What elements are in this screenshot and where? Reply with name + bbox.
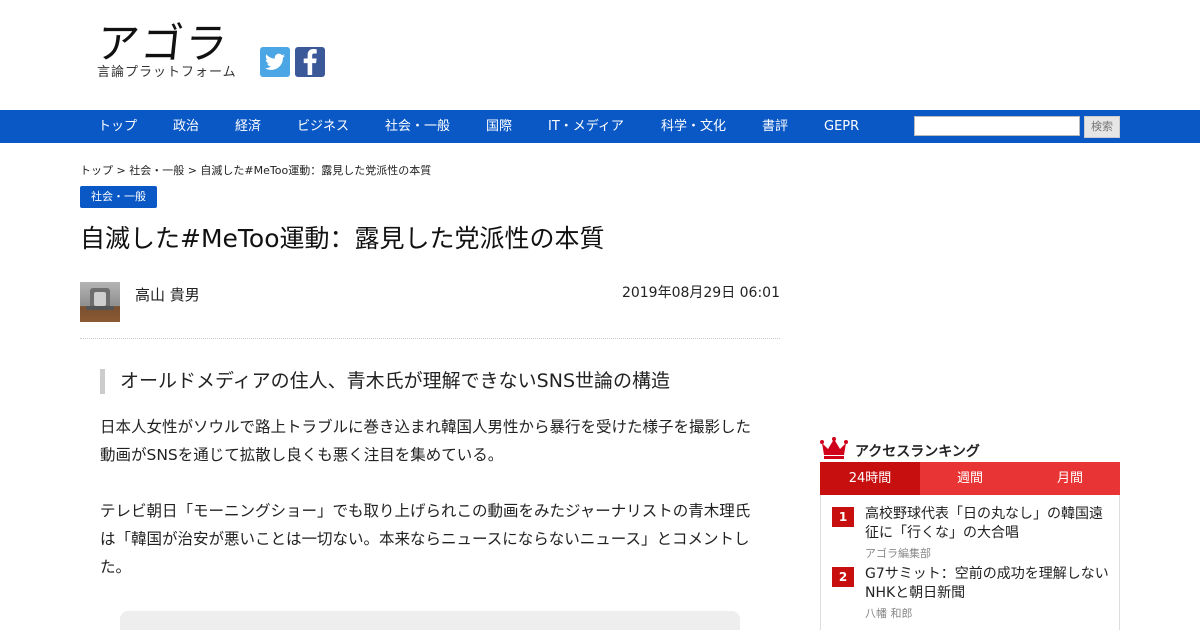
nav-item-society[interactable]: 社会・一般: [385, 110, 450, 143]
ranking-list: 1 高校野球代表「日の丸なし」の韓国遠征に「行くな」の大合唱 アゴラ編集部 2 …: [820, 495, 1120, 630]
rank-title[interactable]: G7サミット：空前の成功を理解しないNHKと朝日新聞: [865, 565, 1113, 603]
rank-title[interactable]: 高校野球代表「日の丸なし」の韓国遠征に「行くな」の大合唱: [865, 505, 1113, 543]
author-name[interactable]: 高山 貴男: [135, 284, 200, 305]
nav-item-book-review[interactable]: 書評: [762, 110, 788, 143]
site-logo[interactable]: アゴラ 言論プラットフォーム: [94, 19, 242, 84]
logo-main-text: アゴラ: [94, 19, 232, 68]
rank-author: アゴラ編集部: [865, 547, 931, 560]
nav-item-politics[interactable]: 政治: [173, 110, 199, 143]
article-paragraph: 日本人女性がソウルで路上トラブルに巻き込まれ韓国人男性から暴行を受けた様子を撮影…: [100, 418, 752, 464]
ranking-tabs: 24時間 週間 月間: [820, 462, 1120, 495]
nav-item-it-media[interactable]: IT・メディア: [548, 110, 624, 143]
nav-item-science-culture[interactable]: 科学・文化: [661, 110, 726, 143]
rank-number: 1: [832, 507, 854, 527]
tab-monthly[interactable]: 月間: [1020, 462, 1120, 495]
facebook-button[interactable]: [295, 47, 325, 77]
tab-24h[interactable]: 24時間: [820, 462, 920, 495]
article-subtitle: オールドメディアの住人、青木氏が理解できないSNS世論の構造: [100, 369, 670, 394]
ranking-title: アクセスランキング: [855, 444, 980, 460]
main-nav: トップ 政治 経済 ビジネス 社会・一般 国際 IT・メディア 科学・文化 書評…: [0, 110, 1200, 143]
divider: [80, 338, 780, 339]
search-button[interactable]: 検索: [1084, 116, 1120, 138]
rank-author: 八幡 和郎: [865, 607, 913, 620]
article-paragraph: テレビ朝日「モーニングショー」でも取り上げられこの動画をみたジャーナリストの青木…: [100, 502, 751, 576]
quote-box: [120, 611, 740, 630]
twitter-icon: [265, 53, 285, 70]
site-header: アゴラ 言論プラットフォーム: [0, 0, 1200, 110]
publish-date: 2019年08月29日 06:01: [621, 285, 780, 301]
nav-item-international[interactable]: 国際: [486, 110, 512, 143]
page-title: 自滅した#MeToo運動：露見した党派性の本質: [80, 224, 605, 253]
twitter-button[interactable]: [260, 47, 290, 77]
category-badge[interactable]: 社会・一般: [80, 186, 157, 208]
breadcrumb[interactable]: トップ > 社会・一般 > 自滅した#MeToo運動：露見した党派性の本質: [80, 162, 431, 178]
avatar[interactable]: [80, 282, 120, 322]
facebook-icon: [303, 49, 317, 75]
tab-weekly[interactable]: 週間: [920, 462, 1020, 495]
nav-item-business[interactable]: ビジネス: [297, 110, 349, 143]
crown-icon: [820, 437, 848, 459]
nav-item-gepr[interactable]: GEPR: [824, 110, 859, 143]
search-input[interactable]: [914, 116, 1080, 136]
rank-number: 2: [832, 567, 854, 587]
nav-item-top[interactable]: トップ: [98, 110, 137, 143]
author-photo-icon: [86, 288, 114, 310]
logo-sub-text: 言論プラットフォーム: [97, 65, 237, 80]
nav-item-economy[interactable]: 経済: [235, 110, 261, 143]
